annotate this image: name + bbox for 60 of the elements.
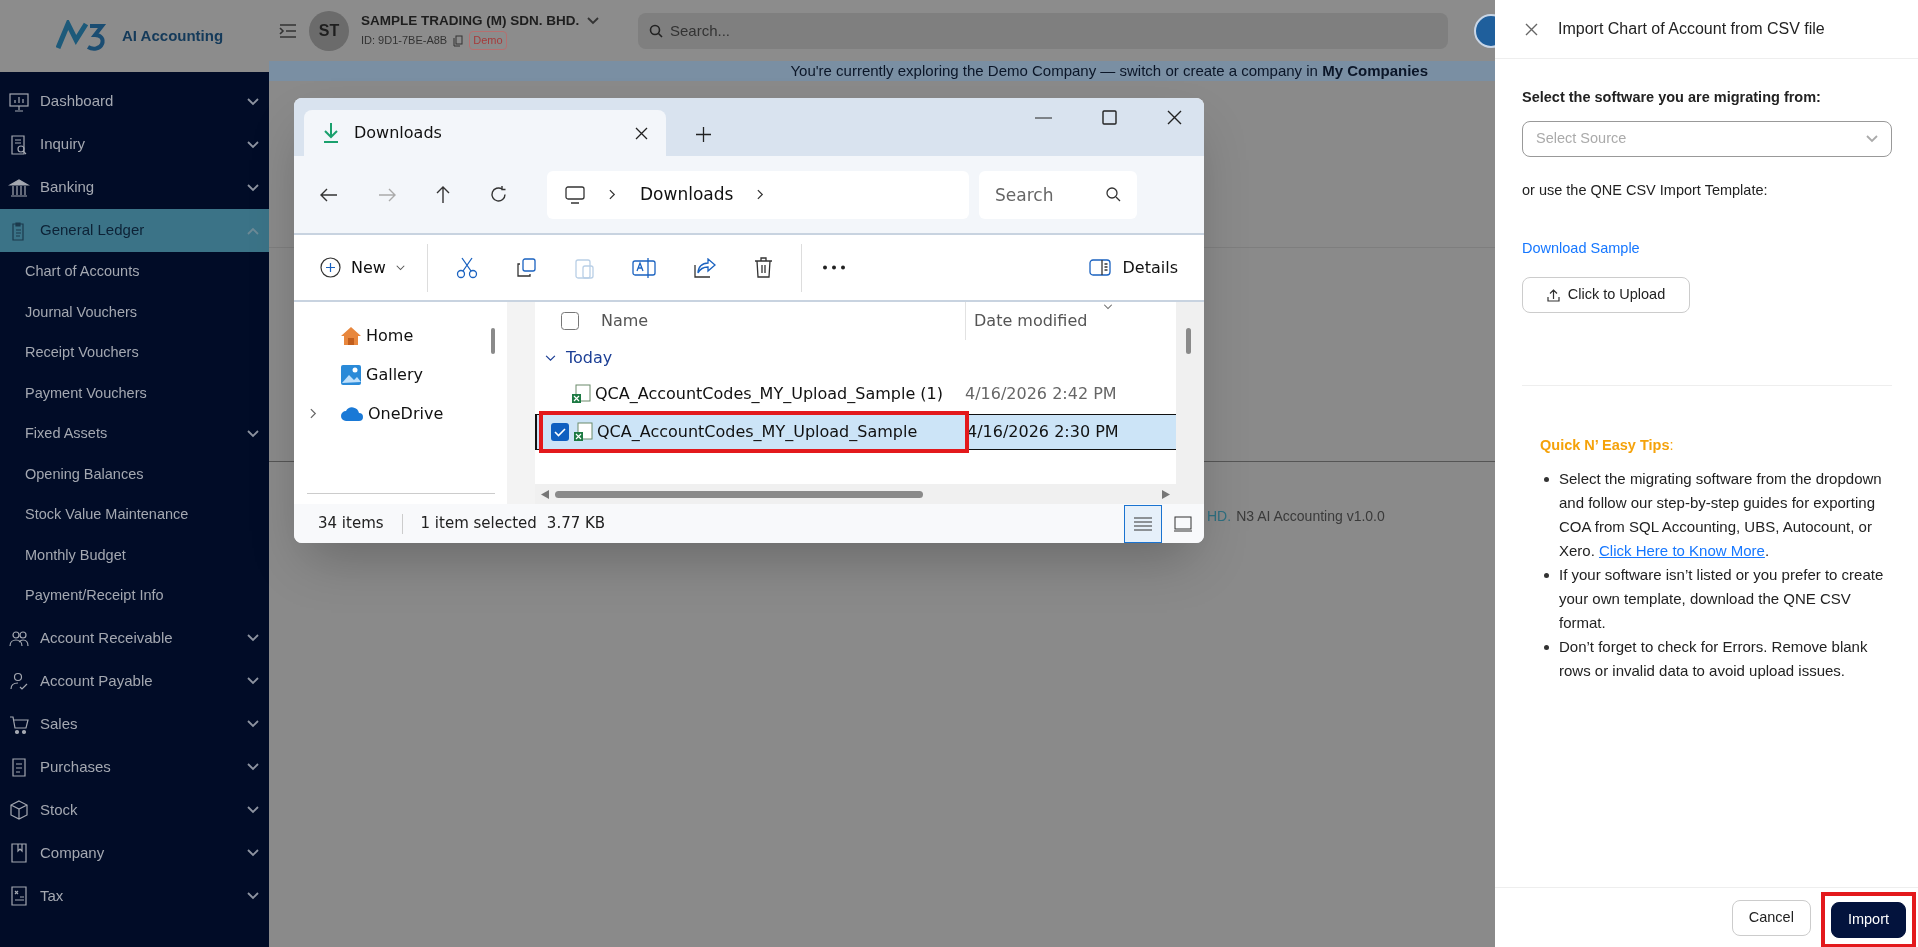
import-button[interactable]: Import (1830, 901, 1906, 938)
address-bar[interactable]: Downloads (547, 170, 969, 219)
window-tab[interactable]: Downloads (304, 110, 666, 156)
upload-button[interactable]: Click to Upload (1522, 277, 1690, 314)
search-field[interactable]: Search... (638, 12, 1448, 49)
tip-text: If your software isn’t listed or you prefer to create your own template, download the QNE CSV format. (1559, 565, 1885, 633)
sidebar-item[interactable]: Dashboard (0, 80, 269, 123)
nav-item[interactable]: OneDrive (340, 401, 444, 426)
selection-info: 1 item selected (420, 513, 537, 535)
file-name: QCA_AccountCodes_MY_Upload_Sample (1) (595, 383, 944, 405)
sidebar-item[interactable]: Tax (0, 874, 269, 918)
file-row[interactable]: QCA_AccountCodes_MY_Upload_Sample (1) 4/16/2026 2:42 PM (535, 376, 1204, 412)
sidebar-item[interactable]: Inquiry (0, 123, 269, 166)
demo-banner-text: You're currently exploring the Demo Company — switch or create a company in My Companies (790, 60, 1428, 81)
nav-item[interactable]: Home (340, 323, 414, 348)
tip-text: Select the migrating software from the dropdown and follow our step-by-step guides for exporting COA from SQL Accounting, UBS, Autocount, or Xero. Click Here to Know More. (1559, 469, 1883, 561)
panel-title: Import Chart of Account from CSV file (1558, 19, 1825, 39)
prompt-label: Select the software you are migrating from: (1522, 88, 1822, 107)
sidebar-item[interactable]: Sales (0, 702, 269, 746)
details-button[interactable]: Details (1088, 255, 1178, 280)
file-date: 4/16/2026 2:42 PM (965, 383, 1117, 405)
template-text: or use the QNE CSV Import Template: (1522, 180, 1769, 200)
column-header[interactable]: Date modified (974, 308, 1088, 333)
sidebar-subitem[interactable]: Payment/Receipt Info (0, 576, 269, 617)
file-size: 3.77 KB (546, 513, 606, 535)
footer-version: N3 AI Accounting v1.0.0 (1236, 507, 1385, 526)
item-count: 34 items (318, 513, 384, 535)
sidebar-subitem[interactable]: Stock Value Maintenance (0, 495, 269, 536)
sidebar-subitem[interactable]: Chart of Accounts (0, 252, 269, 293)
download-sample-link[interactable]: Download Sample (1522, 237, 1891, 260)
cancel-button[interactable]: Cancel (1731, 899, 1811, 936)
company-id: ID: 9D1-7BE-A8B (361, 33, 448, 49)
footer-company: HD. (1207, 507, 1232, 526)
company-name[interactable]: SAMPLE TRADING (M) SDN. BHD. (361, 11, 580, 32)
sidebar-subitem[interactable]: Fixed Assets (0, 414, 269, 455)
sidebar-item[interactable]: Purchases (0, 745, 269, 789)
know-more-link[interactable]: Click Here to Know More (1599, 542, 1765, 559)
sidebar-subitem[interactable]: Opening Balances (0, 454, 269, 495)
group-header[interactable]: Today (545, 346, 613, 370)
sidebar-subitem[interactable]: Receipt Vouchers (0, 333, 269, 374)
sidebar-item[interactable]: Account Receivable (0, 616, 269, 660)
tips-heading: Quick N’ Easy Tips: (1540, 436, 1675, 456)
avatar: ST (309, 10, 349, 51)
sidebar-subitem[interactable]: Journal Vouchers (0, 292, 269, 333)
sidebar-subitem[interactable]: Payment Vouchers (0, 373, 269, 414)
sidebar-item[interactable]: Stock (0, 788, 269, 832)
file-name: QCA_AccountCodes_MY_Upload_Sample (597, 421, 919, 443)
sidebar-item[interactable]: Account Payable (0, 659, 269, 703)
logo-text: AI Accounting (122, 25, 224, 46)
new-button[interactable]: New (320, 255, 427, 280)
sidebar-item[interactable]: Company (0, 831, 269, 875)
column-header[interactable]: Name (601, 308, 965, 333)
search-field[interactable]: Search (979, 170, 1137, 219)
demo-badge: Demo (469, 31, 507, 50)
breadcrumb[interactable]: Downloads (640, 181, 734, 208)
tip-text: Don’t forget to check for Errors. Remove blank rows or invalid data to avoid upload issues. (1559, 637, 1869, 681)
sidebar-item[interactable]: Banking (0, 166, 269, 209)
file-date: 4/16/2026 2:30 PM (967, 421, 1119, 443)
nav-item[interactable]: Gallery (340, 362, 423, 387)
sidebar-subitem[interactable]: Monthly Budget (0, 535, 269, 576)
